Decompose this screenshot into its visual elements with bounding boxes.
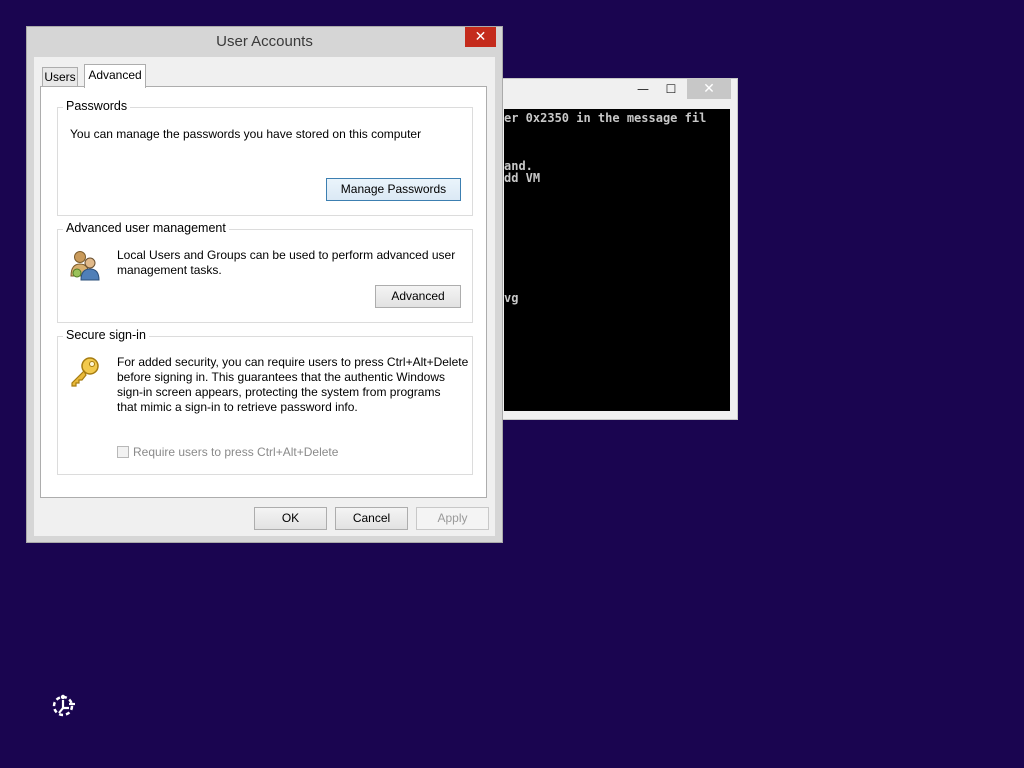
- secure-sign-in-group-label: Secure sign-in: [63, 328, 149, 342]
- ease-of-access-icon[interactable]: [50, 692, 78, 720]
- ssi-description-line1: For added security, you can require user…: [117, 355, 469, 369]
- aum-description-line1: Local Users and Groups can be used to pe…: [117, 248, 456, 262]
- ok-button[interactable]: OK: [254, 507, 327, 530]
- ssi-description-line3: sign-in screen appears, protecting the s…: [117, 385, 441, 399]
- dialog-client-area: Users Advanced Passwords You can manage …: [34, 57, 495, 536]
- advanced-button[interactable]: Advanced: [375, 285, 461, 308]
- advanced-user-management-group-label: Advanced user management: [63, 221, 229, 235]
- console-close-button[interactable]: ✕: [687, 79, 731, 99]
- console-line: dd VM: [504, 171, 541, 185]
- manage-passwords-button[interactable]: Manage Passwords: [326, 178, 461, 201]
- key-icon: [71, 357, 99, 387]
- tab-advanced[interactable]: Advanced: [84, 64, 146, 88]
- passwords-description: You can manage the passwords you have st…: [70, 127, 422, 141]
- user-accounts-dialog: User Accounts ✕ Users Advanced Passwords…: [26, 26, 503, 543]
- require-ctrl-alt-delete-checkbox[interactable]: [117, 446, 129, 458]
- advanced-tab-panel: Passwords You can manage the passwords y…: [40, 86, 487, 498]
- secure-sign-in-group: Secure sign-in For added security, you c…: [57, 328, 473, 475]
- require-ctrl-alt-delete-label: Require users to press Ctrl+Alt+Delete: [133, 445, 339, 459]
- passwords-group-label: Passwords: [63, 99, 131, 113]
- console-maximize-button[interactable]: ☐: [657, 79, 685, 99]
- users-group-icon: [70, 251, 100, 281]
- console-minimize-button[interactable]: —: [629, 79, 657, 99]
- ssi-description-line2: before signing in. This guarantees that …: [117, 370, 445, 384]
- console-line: er 0x2350 in the message fil: [504, 111, 707, 125]
- passwords-group: Passwords You can manage the passwords y…: [57, 99, 473, 216]
- console-titlebar[interactable]: — ☐ ✕: [501, 79, 737, 101]
- aum-description-line2: management tasks.: [117, 263, 222, 277]
- console-line: vg: [504, 291, 519, 305]
- apply-button[interactable]: Apply: [416, 507, 489, 530]
- console-window[interactable]: — ☐ ✕ er 0x2350 in the message fil and. …: [500, 78, 738, 420]
- cancel-button[interactable]: Cancel: [335, 507, 408, 530]
- tab-users[interactable]: Users: [42, 67, 78, 87]
- console-output[interactable]: er 0x2350 in the message fil and. dd VM …: [504, 109, 730, 411]
- dialog-title: User Accounts: [216, 33, 313, 50]
- advanced-user-management-group: Advanced user management Local Users and…: [57, 221, 473, 323]
- dialog-close-button[interactable]: ✕: [465, 27, 496, 47]
- ssi-description-line4: that mimic a sign-in to retrieve passwor…: [117, 400, 358, 414]
